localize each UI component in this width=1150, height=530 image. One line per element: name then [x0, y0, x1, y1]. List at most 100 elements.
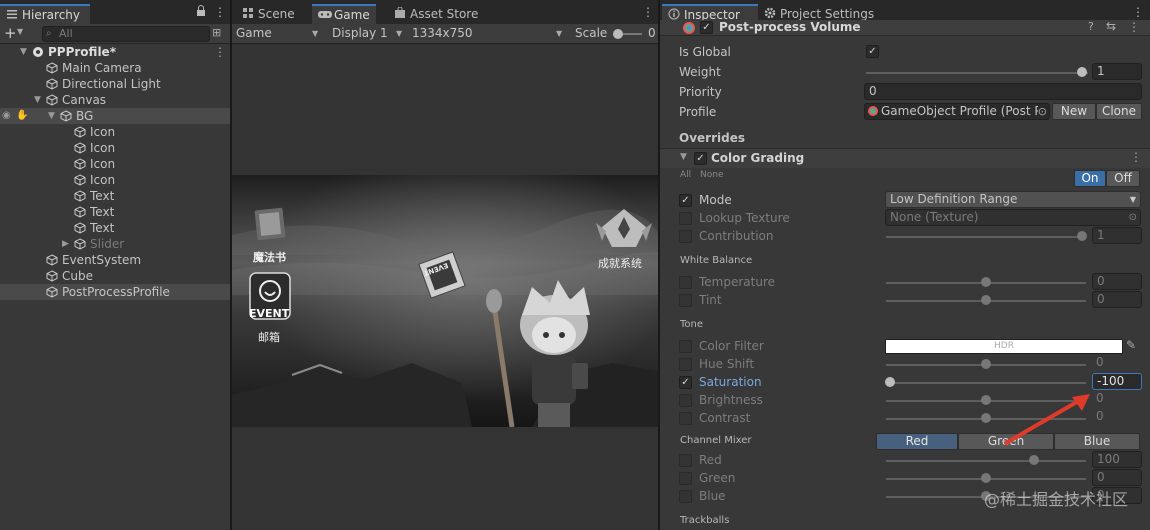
color-filter-swatch[interactable]: HDR	[885, 339, 1123, 354]
kebab-menu-icon[interactable]: ⋮	[642, 5, 654, 19]
weight-slider-track[interactable]	[866, 72, 1088, 74]
mode-override-checkbox[interactable]: ✓	[679, 194, 692, 207]
is-global-checkbox[interactable]: ✓	[866, 45, 879, 58]
help-icon[interactable]: ?	[1088, 20, 1094, 33]
hierarchy-item[interactable]: Text	[0, 188, 230, 204]
pickable-hand-icon[interactable]: ✋	[16, 108, 28, 124]
mix-green-override-checkbox[interactable]	[679, 472, 692, 485]
tab-scene[interactable]: Scene	[236, 4, 301, 24]
profile-object-field[interactable]: GameObject Profile (Post Pr ⊙	[864, 103, 1050, 120]
on-button[interactable]: On	[1074, 170, 1106, 187]
hierarchy-item[interactable]: Text	[0, 220, 230, 236]
add-icon[interactable]: +	[4, 24, 17, 42]
tint-slider-knob[interactable]	[981, 295, 991, 305]
none-toggle[interactable]: None	[700, 170, 723, 180]
all-toggle[interactable]: All	[680, 170, 691, 180]
hierarchy-item[interactable]: Directional Light	[0, 76, 230, 92]
contribution-override-checkbox[interactable]	[679, 230, 692, 243]
contribution-slider-knob[interactable]	[1077, 231, 1087, 241]
temperature-slider-knob[interactable]	[981, 277, 991, 287]
mixer-tab-red[interactable]: Red	[876, 433, 958, 450]
kebab-menu-icon[interactable]: ⋮	[214, 5, 226, 19]
saturation-override-checkbox[interactable]: ✓	[679, 376, 692, 389]
color-filter-override-checkbox[interactable]	[679, 340, 692, 353]
display-dropdown[interactable]: Display 1	[332, 26, 388, 40]
tint-field[interactable]: 0	[1092, 291, 1142, 308]
clone-profile-button[interactable]: Clone	[1096, 103, 1142, 120]
color-grading-header[interactable]: ▼ ✓ Color Grading ⋮	[660, 149, 1150, 168]
kebab-menu-icon[interactable]: ⋮	[1130, 150, 1142, 164]
chevron-down-icon[interactable]: ▼	[20, 44, 27, 60]
hue-shift-slider-knob[interactable]	[981, 359, 991, 369]
scene-filter-icon[interactable]: ⊞	[212, 26, 221, 39]
component-enabled-checkbox[interactable]: ✓	[700, 21, 713, 34]
game-mode-dropdown[interactable]: Game	[236, 26, 272, 40]
mix-red-slider-knob[interactable]	[1029, 455, 1039, 465]
mix-blue-override-checkbox[interactable]	[679, 490, 692, 503]
hierarchy-item[interactable]: EventSystem	[0, 252, 230, 268]
hierarchy-item[interactable]: ◉ ✋ ▼ BG	[0, 108, 230, 124]
mix-red-override-checkbox[interactable]	[679, 454, 692, 467]
contribution-slider-track[interactable]	[886, 236, 1086, 238]
weight-field[interactable]: 1	[1092, 63, 1142, 80]
resolution-dropdown[interactable]: 1334x750	[412, 26, 473, 40]
hierarchy-item[interactable]: Icon	[0, 140, 230, 156]
temperature-field[interactable]: 0	[1092, 273, 1142, 290]
contribution-field[interactable]: 1	[1092, 227, 1142, 244]
hierarchy-item[interactable]: Cube	[0, 268, 230, 284]
game-viewport[interactable]: 魔法书 EVENT 邮箱 EVENT 成就系统	[232, 175, 658, 427]
priority-field[interactable]: 0	[864, 83, 1142, 100]
scale-slider-knob[interactable]	[613, 29, 623, 39]
tab-game[interactable]: Game	[312, 4, 376, 24]
hierarchy-item[interactable]: Text	[0, 204, 230, 220]
display-value: Display 1	[332, 26, 388, 40]
hierarchy-item[interactable]: Main Camera	[0, 60, 230, 76]
hierarchy-item[interactable]: ▼ Canvas	[0, 92, 230, 108]
brightness-override-checkbox[interactable]	[679, 394, 692, 407]
kebab-menu-icon[interactable]: ⋮	[214, 44, 226, 60]
mode-dropdown[interactable]: Low Definition Range ▼	[885, 191, 1141, 208]
foldout-arrow-icon[interactable]: ▼	[680, 152, 687, 162]
object-picker-icon[interactable]: ⊙	[1129, 210, 1137, 225]
chevron-down-icon[interactable]: ▼	[48, 108, 55, 124]
search-input[interactable]: ⌕ All	[42, 26, 210, 42]
brightness-label: Brightness	[699, 393, 763, 407]
mix-green-field[interactable]: 0	[1092, 469, 1142, 486]
hierarchy-item[interactable]: PostProcessProfile	[0, 284, 230, 300]
hue-shift-field[interactable]: 0	[1092, 355, 1142, 372]
kebab-menu-icon[interactable]: ⋮	[1128, 20, 1140, 34]
temperature-override-checkbox[interactable]	[679, 276, 692, 289]
visibility-eye-icon[interactable]: ◉	[2, 108, 11, 124]
chevron-down-icon[interactable]: ▼	[17, 27, 23, 36]
hue-shift-override-checkbox[interactable]	[679, 358, 692, 371]
hierarchy-item[interactable]: Icon	[0, 124, 230, 140]
scene-row[interactable]: ▼ PPProfile* ⋮	[0, 44, 230, 60]
hierarchy-item[interactable]: ▶ Slider	[0, 236, 230, 252]
weight-slider-knob[interactable]	[1077, 67, 1087, 77]
saturation-slider-track[interactable]	[886, 382, 1086, 384]
preset-icon[interactable]: ⇆	[1106, 19, 1116, 33]
color-grading-enabled-checkbox[interactable]: ✓	[694, 152, 707, 165]
chevron-right-icon[interactable]: ▶	[62, 236, 69, 252]
chevron-down-icon[interactable]: ▼	[34, 92, 41, 108]
lock-icon[interactable]	[196, 5, 206, 20]
object-picker-icon[interactable]: ⊙	[1037, 104, 1047, 119]
component-header[interactable]: ✓ Post-process Volume ? ⇆ ⋮	[660, 19, 1150, 36]
tab-hierarchy[interactable]: Hierarchy	[0, 4, 90, 24]
hierarchy-item[interactable]: Icon	[0, 172, 230, 188]
mix-green-label: Green	[699, 471, 736, 485]
hierarchy-item[interactable]: Icon	[0, 156, 230, 172]
eyedropper-icon[interactable]: ✎	[1126, 338, 1136, 352]
tab-asset-store[interactable]: Asset Store	[388, 4, 484, 24]
overrides-heading: Overrides	[679, 131, 745, 145]
mix-green-slider-knob[interactable]	[981, 473, 991, 483]
off-button[interactable]: Off	[1106, 170, 1140, 187]
lookup-texture-field[interactable]: None (Texture) ⊙	[885, 209, 1141, 226]
kebab-menu-icon[interactable]: ⋮	[1132, 5, 1144, 19]
new-profile-button[interactable]: New	[1052, 103, 1096, 120]
tint-override-checkbox[interactable]	[679, 294, 692, 307]
mix-red-slider-track[interactable]	[886, 460, 1086, 462]
lookup-override-checkbox[interactable]	[679, 212, 692, 225]
saturation-slider-knob[interactable]	[885, 377, 895, 387]
contrast-override-checkbox[interactable]	[679, 412, 692, 425]
